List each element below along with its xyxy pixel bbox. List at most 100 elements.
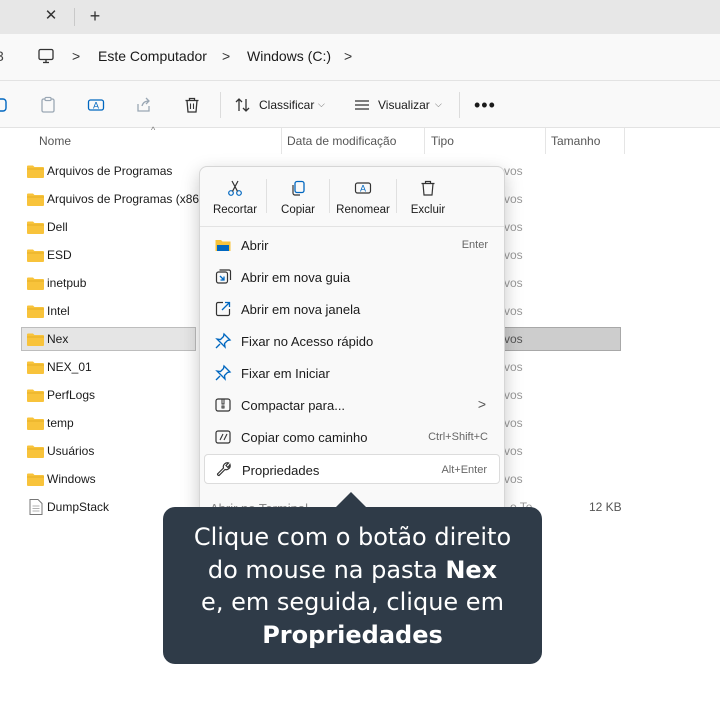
callout-line-1: Clique com o botão direito (193, 523, 512, 551)
file-row-type: vos (504, 276, 523, 290)
file-row-name[interactable]: Arquivos de Programas (47, 164, 172, 178)
file-row-type: vos (504, 444, 523, 458)
cut-button[interactable]: Recortar (204, 167, 266, 223)
submenu-chevron-icon: > (477, 396, 486, 412)
menu-item-label: Propriedades (242, 463, 320, 478)
file-row-name[interactable]: Windows (47, 472, 96, 486)
column-header-date[interactable]: Data de modificação (287, 134, 396, 148)
menu-item-copiar-como-caminho[interactable]: Copiar como caminho Ctrl+Shift+C (204, 422, 500, 452)
file-row-type: vos (504, 248, 523, 262)
sort-button[interactable]: Classificar (259, 98, 314, 112)
toolbar-divider (459, 92, 460, 118)
view-icon[interactable] (353, 96, 371, 114)
computer-icon[interactable] (37, 47, 55, 65)
rename-label: Renomear (336, 204, 390, 216)
menu-item-propriedades[interactable]: Propriedades Alt+Enter (204, 454, 500, 484)
callout-pointer (335, 492, 367, 508)
breadcrumb-chevron-icon[interactable]: > (222, 48, 230, 64)
callout-text: Clique com o botão direito do mouse na p… (163, 521, 542, 651)
menu-item-shortcut: Ctrl+Shift+C (428, 431, 488, 443)
close-tab-icon[interactable]: ✕ (43, 8, 59, 24)
copy-label: Copiar (281, 204, 315, 216)
delete-button[interactable]: Excluir (397, 167, 459, 223)
new-item-icon[interactable] (0, 96, 9, 114)
menu-item-label: Abrir (241, 238, 269, 253)
sort-indicator-icon: ^ (151, 125, 156, 135)
breadcrumb-overflow[interactable]: 3 (0, 48, 4, 64)
new-tab-icon (215, 269, 232, 284)
file-row-name[interactable]: temp (47, 416, 74, 430)
folder-icon (27, 333, 44, 346)
column-header-type[interactable]: Tipo (431, 134, 454, 148)
scissors-icon (228, 180, 242, 196)
breadcrumb-este-computador[interactable]: Este Computador (98, 48, 207, 64)
new-tab-icon[interactable]: + (86, 7, 104, 25)
share-icon[interactable] (135, 96, 153, 114)
column-divider[interactable] (281, 128, 282, 154)
sort-icon[interactable] (234, 96, 252, 114)
copy-button[interactable]: Copiar (267, 167, 329, 223)
sort-chevron-down-icon[interactable]: ⌵ (318, 99, 325, 110)
view-button[interactable]: Visualizar (378, 98, 430, 112)
column-divider[interactable] (624, 128, 625, 154)
zip-icon (215, 398, 231, 412)
breadcrumb-windows-c[interactable]: Windows (C:) (247, 48, 331, 64)
menu-item-compactar-para[interactable]: Compactar para... > (204, 390, 500, 420)
callout-line-2-text: do mouse na pasta (207, 555, 446, 584)
menu-item-abrir-em-nova-guia[interactable]: Abrir em nova guia (204, 262, 500, 292)
file-row-name[interactable]: Usuários (47, 444, 94, 458)
folder-icon (27, 417, 44, 430)
folder-icon (27, 389, 44, 402)
file-row-name[interactable]: NEX_01 (47, 360, 92, 374)
paste-icon[interactable] (39, 96, 57, 114)
wrench-icon (216, 462, 231, 477)
menu-item-fixar-em-iniciar[interactable]: Fixar em Iniciar (204, 358, 500, 388)
file-row-type: vos (504, 192, 523, 206)
callout-line-3: e, em seguida, clique em (201, 588, 504, 616)
callout-line-2: do mouse na pasta Nex (163, 554, 542, 587)
file-row-type: vos (504, 164, 523, 178)
context-menu: Recortar Copiar A Renomear Excluir Abrir… (199, 166, 505, 516)
tab-bar: ✕ + (0, 0, 720, 34)
trash-icon (421, 180, 435, 196)
toolbar-divider (220, 92, 221, 118)
file-row-name[interactable]: Dell (47, 220, 68, 234)
file-row-size: 12 KB (589, 500, 622, 514)
file-row-name[interactable]: ESD (47, 248, 72, 262)
breadcrumb-chevron-icon[interactable]: > (72, 48, 80, 64)
file-row-name[interactable]: Intel (47, 304, 70, 318)
file-row-name[interactable]: Arquivos de Programas (x86) (47, 192, 203, 206)
rename-icon[interactable]: A (87, 96, 105, 114)
folder-icon (27, 445, 44, 458)
folder-icon (27, 361, 44, 374)
folder-icon (27, 277, 44, 290)
file-row-type: vos (504, 220, 523, 234)
column-divider[interactable] (424, 128, 425, 154)
menu-item-label: Copiar como caminho (241, 430, 368, 445)
file-row-name[interactable]: PerfLogs (47, 388, 95, 402)
column-header-size[interactable]: Tamanho (551, 134, 600, 148)
breadcrumb-chevron-icon[interactable]: > (344, 48, 352, 64)
view-chevron-down-icon[interactable]: ⌵ (435, 99, 442, 110)
new-window-icon (215, 301, 231, 317)
menu-item-shortcut: Alt+Enter (441, 464, 487, 476)
more-options-icon[interactable]: ••• (474, 95, 496, 116)
file-row-name[interactable]: Nex (47, 332, 68, 346)
menu-item-shortcut: Enter (461, 239, 488, 251)
delete-icon[interactable] (183, 96, 201, 114)
callout-line-4: Propriedades (163, 619, 542, 652)
file-row-name[interactable]: DumpStack (47, 500, 109, 514)
pin-start-icon (215, 364, 232, 381)
file-row-type: vos (504, 416, 523, 430)
folder-icon (27, 193, 44, 206)
column-divider[interactable] (545, 128, 546, 154)
copy-icon (292, 180, 305, 196)
copy-path-icon (215, 430, 231, 444)
rename-button[interactable]: A Renomear (330, 167, 396, 223)
menu-item-fixar-no-acesso-rapido[interactable]: Fixar no Acesso rápido (204, 326, 500, 356)
file-row-name[interactable]: inetpub (47, 276, 86, 290)
column-header-name[interactable]: Nome (39, 134, 71, 148)
menu-item-abrir-em-nova-janela[interactable]: Abrir em nova janela (204, 294, 500, 324)
menu-item-abrir[interactable]: Abrir Enter (204, 230, 500, 260)
delete-label: Excluir (410, 204, 446, 216)
